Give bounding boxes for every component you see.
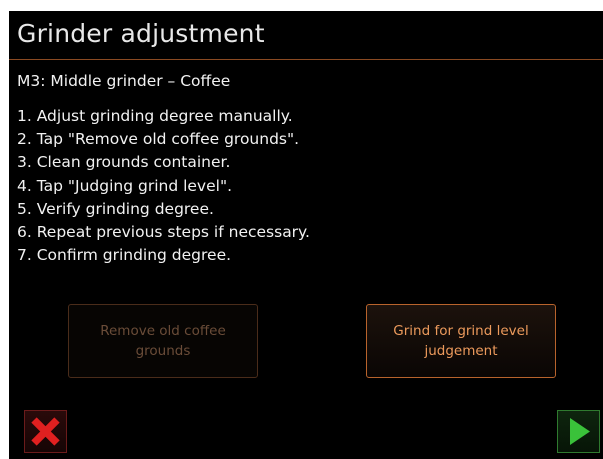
grind-for-judgement-label: Grind for grind level judgement	[393, 323, 529, 359]
instruction-list: 1. Adjust grinding degree manually. 2. T…	[17, 105, 310, 267]
grinder-subtitle: M3: Middle grinder – Coffee	[17, 72, 231, 90]
remove-old-grounds-label: Remove old coffee grounds	[100, 323, 226, 359]
instruction-step: 6. Repeat previous steps if necessary.	[17, 223, 310, 242]
page-title: Grinder adjustment	[17, 19, 265, 48]
instruction-step: 7. Confirm grinding degree.	[17, 246, 232, 265]
instruction-step: 3. Clean grounds container.	[17, 153, 231, 172]
remove-old-grounds-button[interactable]: Remove old coffee grounds	[68, 304, 258, 378]
screen: Grinder adjustment M3: Middle grinder – …	[9, 11, 603, 459]
grind-for-judgement-button[interactable]: Grind for grind level judgement	[366, 304, 556, 378]
instruction-step: 4. Tap "Judging grind level".	[17, 176, 233, 195]
cancel-button[interactable]	[24, 410, 67, 453]
instruction-step: 2. Tap "Remove old coffee grounds".	[17, 130, 300, 149]
play-icon	[570, 418, 590, 445]
instruction-step: 5. Verify grinding degree.	[17, 199, 214, 218]
title-divider	[9, 59, 603, 60]
next-button[interactable]	[557, 410, 600, 453]
instruction-step: 1. Adjust grinding degree manually.	[17, 107, 293, 125]
close-icon	[31, 417, 60, 446]
